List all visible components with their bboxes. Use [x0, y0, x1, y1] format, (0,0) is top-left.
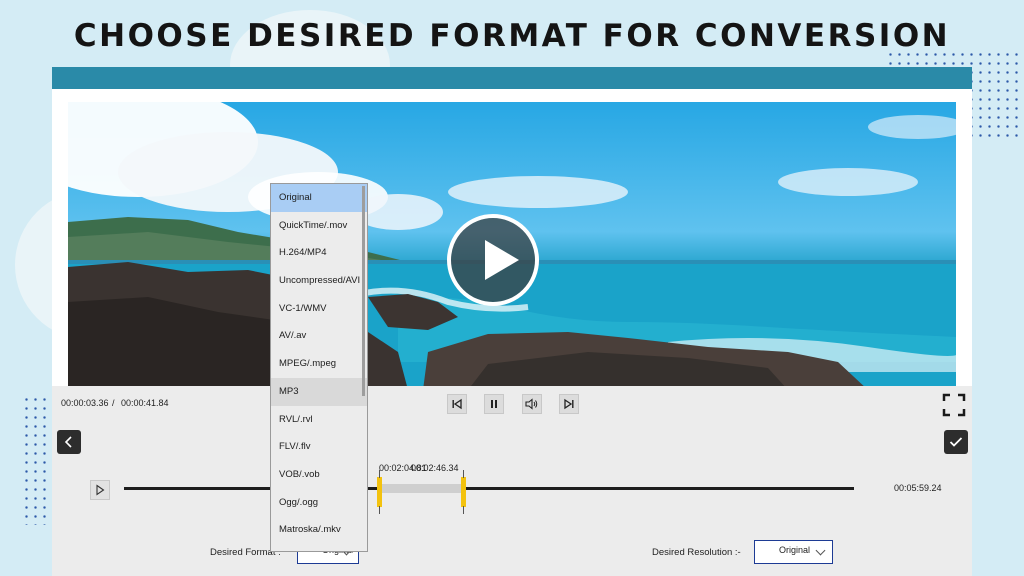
trim-end-handle[interactable]: [461, 470, 466, 514]
volume-button[interactable]: [522, 394, 542, 414]
dropdown-scrollbar[interactable]: [362, 186, 365, 396]
page-headline: CHOOSE DESIRED FORMAT FOR CONVERSION: [73, 18, 951, 54]
volume-icon: [525, 398, 538, 410]
format-option[interactable]: QuickTime/.mov: [271, 212, 367, 240]
format-option[interactable]: RVL/.rvl: [271, 406, 367, 434]
dot-pattern-left: [22, 395, 54, 525]
chevron-left-icon: [64, 436, 72, 448]
skip-back-button[interactable]: [447, 394, 467, 414]
format-option[interactable]: VOB/.vob: [271, 461, 367, 489]
skip-forward-button[interactable]: [559, 394, 579, 414]
fullscreen-icon: [942, 393, 966, 417]
fullscreen-button[interactable]: [942, 393, 966, 417]
time-separator: /: [112, 398, 115, 408]
format-option[interactable]: FLV/.flv: [271, 433, 367, 461]
total-time: 00:00:41.84: [121, 398, 169, 408]
desired-resolution-label: Desired Resolution :-: [652, 547, 741, 558]
desired-resolution-value: Original: [779, 545, 811, 555]
play-icon: [96, 484, 105, 496]
chevron-down-icon: [815, 545, 826, 556]
format-option[interactable]: AV/.av: [271, 322, 367, 350]
timeline-end-time: 00:05:59.24: [894, 483, 942, 493]
skip-back-icon: [452, 398, 462, 410]
window-titlebar: [52, 67, 972, 89]
confirm-button[interactable]: [944, 430, 968, 454]
current-time: 00:00:03.36: [61, 398, 109, 408]
play-button[interactable]: [447, 214, 539, 306]
trim-selection: [380, 484, 464, 493]
back-button[interactable]: [57, 430, 81, 454]
skip-forward-icon: [564, 398, 574, 410]
format-option[interactable]: MPEG/.mpeg: [271, 350, 367, 378]
format-option[interactable]: MP3: [271, 377, 367, 406]
format-option[interactable]: Matroska/.mkv: [271, 516, 367, 544]
video-preview[interactable]: [68, 102, 956, 390]
format-option[interactable]: Original: [271, 184, 367, 212]
editor-panel: 00:00:03.36 / 00:00:41.84 00:02:04.81 00…: [52, 386, 972, 576]
format-option[interactable]: Uncompressed/AVI: [271, 267, 367, 295]
pause-icon: [491, 400, 497, 408]
format-option[interactable]: VC-1/WMV: [271, 295, 367, 323]
trim-end-time: 00:02:46.34: [411, 463, 459, 473]
checkmark-icon: [949, 437, 963, 447]
timeline-track[interactable]: [124, 487, 854, 490]
timeline-play-button[interactable]: [90, 480, 110, 500]
format-option[interactable]: Ogg/.ogg: [271, 489, 367, 517]
pause-button[interactable]: [484, 394, 504, 414]
desired-resolution-select[interactable]: Original: [754, 540, 833, 564]
format-option[interactable]: H.264/MP4: [271, 239, 367, 267]
trim-start-handle[interactable]: [377, 470, 382, 514]
format-dropdown-list[interactable]: Original QuickTime/.mov H.264/MP4 Uncomp…: [270, 183, 368, 552]
